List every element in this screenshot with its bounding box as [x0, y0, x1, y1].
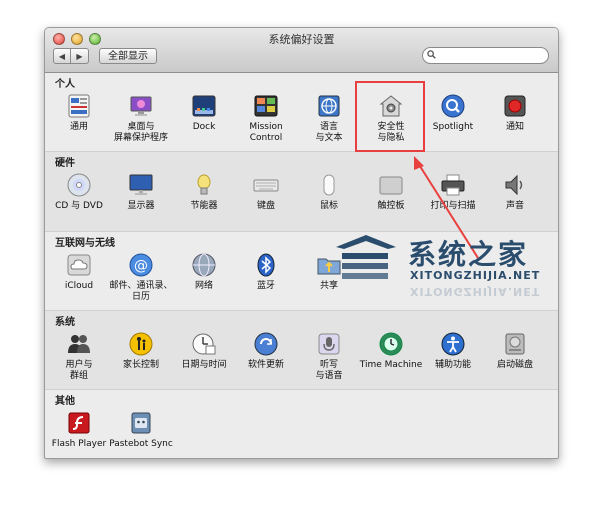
watermark-logo: [336, 235, 396, 279]
watermark-url: XITONGZHIJIA.NET: [410, 269, 541, 282]
watermark: 系统之家 XITONGZHIJIA.NET XITONGZHIJIA.NET: [332, 233, 577, 298]
watermark-title: 系统之家: [408, 238, 529, 271]
watermark-url-reflection: XITONGZHIJIA.NET: [410, 285, 541, 298]
